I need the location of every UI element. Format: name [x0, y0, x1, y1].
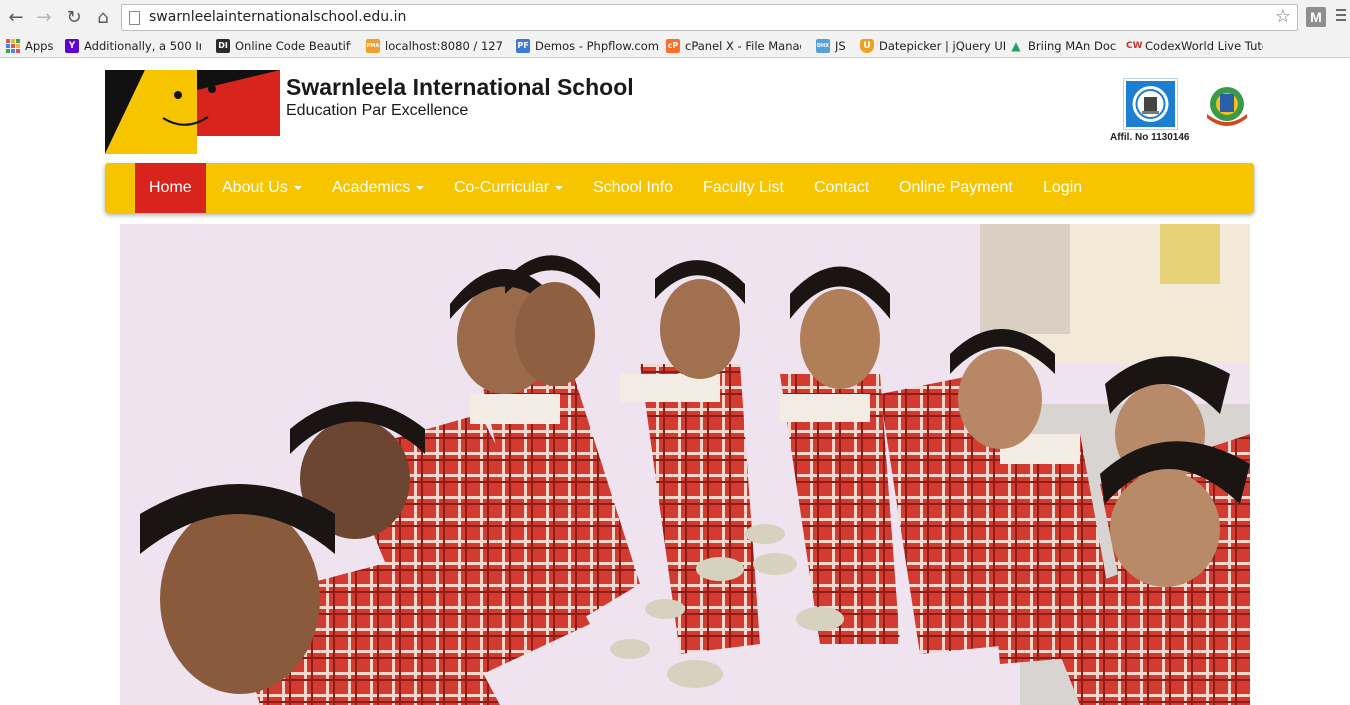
nav-home[interactable]: Home [135, 163, 206, 213]
school-tagline: Education Par Excellence [286, 102, 469, 119]
main-navbar: Home About Us Academics Co-Curricular Sc… [105, 163, 1254, 213]
yahoo-icon: Y [65, 39, 79, 53]
bookmark-label: localhost:8080 / 127.0 [385, 39, 502, 53]
bookmark-datepicker[interactable]: U Datepicker | jQuery UI [860, 37, 1006, 55]
dhx-icon: DHX [816, 39, 830, 53]
bookmark-label: Online Code Beautifie [235, 39, 351, 53]
browser-toolbar: ← → ↻ ⌂ swarnleelainternationalschool.ed… [0, 0, 1350, 34]
nav-label: School Info [593, 179, 674, 196]
school-name: Swarnleela International School [286, 74, 634, 100]
reload-icon[interactable]: ↻ [63, 6, 85, 28]
bookmark-label: cPanel X - File Manag [685, 39, 801, 53]
nav-label: Login [1043, 179, 1083, 196]
school-logo[interactable] [105, 70, 280, 154]
nav-label: Faculty List [703, 179, 784, 196]
bookmark-localhost[interactable]: PMA localhost:8080 / 127.0 [366, 37, 502, 55]
nav-label: About Us [222, 179, 288, 196]
bookmark-cpanel[interactable]: cP cPanel X - File Manag [666, 37, 801, 55]
bookmark-label: Briing MAn Doc [1028, 39, 1117, 53]
nav-label: Co-Curricular [454, 179, 550, 196]
address-bar[interactable]: swarnleelainternationalschool.edu.in ☆ [121, 4, 1298, 31]
extension-m-icon[interactable]: M [1306, 7, 1326, 27]
nav-faculty-list[interactable]: Faculty List [703, 163, 784, 213]
nav-label: Academics [332, 179, 411, 196]
bookmark-label: Apps [25, 39, 54, 53]
nav-about-us[interactable]: About Us [222, 163, 302, 213]
nav-label: Online Payment [899, 179, 1013, 196]
bookmark-star-icon[interactable]: ☆ [1275, 6, 1291, 27]
nav-co-curricular[interactable]: Co-Curricular [454, 163, 564, 213]
phpmyadmin-icon: PMA [366, 39, 380, 53]
bookmark-yahoo[interactable]: Y Additionally, a 500 Int [65, 37, 201, 55]
phpflow-icon: PF [516, 39, 530, 53]
bookmark-label: Datepicker | jQuery UI [879, 39, 1007, 53]
di-icon: DI [216, 39, 230, 53]
bookmark-label: CodexWorld Live Tuto [1145, 39, 1263, 53]
back-arrow-icon[interactable]: ← [5, 6, 27, 28]
page-icon [129, 11, 140, 25]
caret-down-icon [416, 185, 425, 190]
nav-login[interactable]: Login [1043, 163, 1082, 213]
bookmarks-bar: Apps Y Additionally, a 500 Int DI Online… [0, 34, 1350, 58]
bookmark-apps[interactable]: Apps [6, 37, 53, 55]
cbse-logo [1123, 78, 1178, 130]
nav-label: Contact [814, 179, 870, 196]
bookmark-label: Additionally, a 500 Int [84, 39, 201, 53]
forward-arrow-icon[interactable]: → [33, 6, 55, 28]
affiliation-number: Affil. No 1130146 [1110, 132, 1190, 143]
codexworld-icon: CW [1126, 41, 1143, 51]
bookmark-code-beautifier[interactable]: DI Online Code Beautifie [216, 37, 351, 55]
nav-online-payment[interactable]: Online Payment [899, 163, 1013, 213]
emblem-logo [1207, 87, 1247, 126]
cpanel-icon: cP [666, 39, 680, 53]
apps-grid-icon [6, 39, 20, 53]
nav-school-info[interactable]: School Info [593, 163, 673, 213]
nav-academics[interactable]: Academics [332, 163, 425, 213]
hero-image [120, 224, 1250, 705]
shield-icon: U [860, 39, 874, 53]
bookmark-label: JS [835, 39, 846, 53]
web-page: Swarnleela International School Educatio… [0, 59, 1350, 705]
nav-contact[interactable]: Contact [814, 163, 869, 213]
bookmark-js[interactable]: DHX JS [816, 37, 846, 55]
nav-label: Home [149, 179, 192, 196]
google-drive-icon: ▲ [1011, 39, 1021, 53]
browser-menu-icon[interactable] [1336, 9, 1346, 23]
url-text[interactable]: swarnleelainternationalschool.edu.in [149, 9, 406, 25]
bookmark-label: Demos - Phpflow.com [535, 39, 659, 53]
bookmark-phpflow[interactable]: PF Demos - Phpflow.com [516, 37, 659, 55]
caret-down-icon [293, 185, 302, 190]
bookmark-codexworld[interactable]: CW CodexWorld Live Tuto [1126, 37, 1263, 55]
bookmark-briing[interactable]: ▲ Briing MAn Doc [1009, 37, 1116, 55]
caret-down-icon [555, 185, 564, 190]
home-icon[interactable]: ⌂ [92, 6, 114, 28]
